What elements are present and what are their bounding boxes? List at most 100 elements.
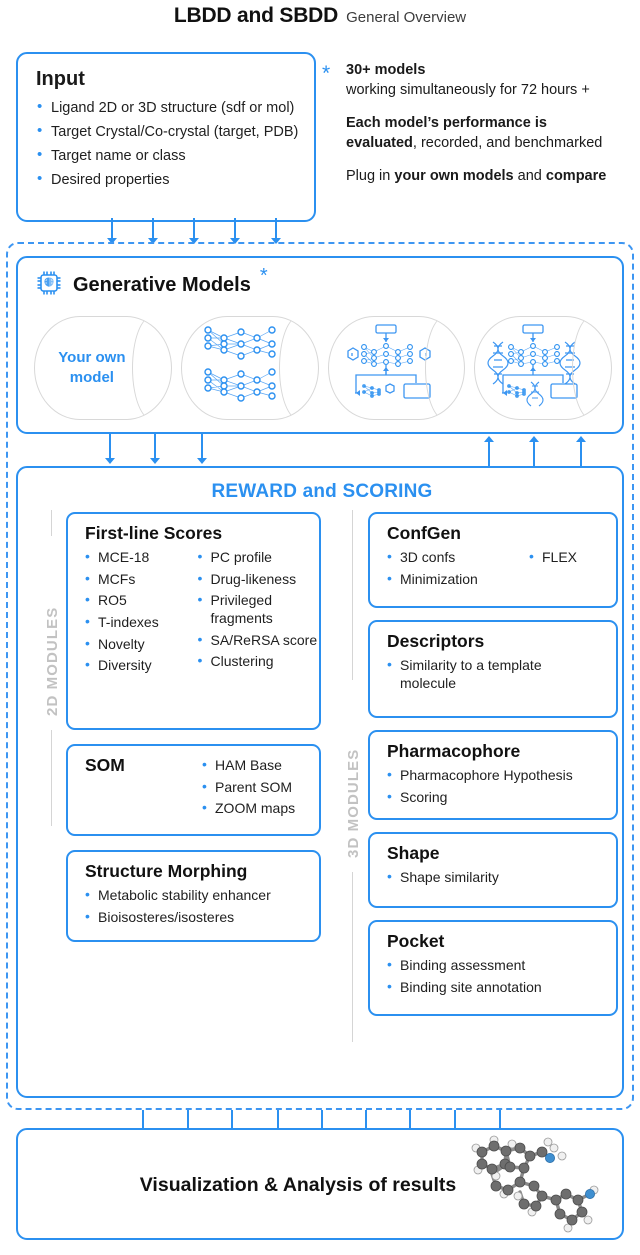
page-title: LBDD and SBDD General Overview: [0, 4, 640, 28]
module-title: ConfGen: [387, 523, 461, 543]
list-item: Minimization: [387, 570, 512, 589]
module-structure-morphing: Structure Morphing Metabolic stability e…: [66, 850, 321, 942]
list-item: PC profile: [198, 548, 320, 567]
annotation-3-bold-b: compare: [545, 168, 607, 184]
list-item: SA/ReRSA score: [198, 631, 320, 650]
annotation-3-bold-a: your own models: [394, 168, 514, 184]
results-box: Visualization & Analysis of results: [16, 1128, 624, 1240]
module-list-col2: PC profile Drug-likeness Privileged frag…: [181, 548, 320, 679]
list-item: T-indexes: [85, 613, 187, 632]
cylinder-cap: [278, 317, 318, 419]
module-list-col1: MCE-18 MCFs RO5 T-indexes Novelty Divers…: [68, 548, 187, 679]
module-som: SOM HAM Base Parent SOM ZOOM maps: [66, 744, 321, 836]
list-item: Bioisosteres/isosteres: [85, 908, 319, 927]
cylinder-your-own-model[interactable]: Your own model: [34, 316, 172, 420]
annotation-line-2: Each model’s performance is evaluated, r…: [346, 113, 634, 153]
list-item: Diversity: [85, 656, 187, 675]
input-title: Input: [36, 68, 85, 90]
module-list-col1: 3D confs Minimization: [370, 548, 512, 592]
list-item: MCE-18: [85, 548, 187, 567]
module-shape: Shape Shape similarity: [368, 832, 618, 908]
annotation-3-mid: and: [513, 168, 546, 184]
module-title: Descriptors: [387, 631, 485, 651]
generative-models-box: Generative Models * Your own model: [16, 256, 624, 434]
module-list-col2: HAM Base Parent SOM ZOOM maps: [185, 756, 319, 822]
cylinder-dna-autoencoder[interactable]: [474, 316, 612, 420]
list-item: Drug-likeness: [198, 570, 320, 589]
module-title: Pharmacophore: [387, 741, 521, 761]
module-title: Pocket: [387, 931, 445, 951]
annotation-2-bold-b: evaluated: [346, 135, 413, 151]
annotation-3-pre: Plug in: [346, 168, 395, 184]
module-confgen: ConfGen 3D confs Minimization FLEX: [368, 512, 618, 608]
divider-2d-bottom: [51, 730, 52, 826]
module-list-col2: FLEX: [512, 548, 616, 592]
annotation-line-1: 30+ models working simultaneously for 72…: [346, 60, 634, 100]
own-model-line1: Your own: [58, 348, 126, 366]
module-pharmacophore: Pharmacophore Pharmacophore Hypothesis S…: [368, 730, 618, 820]
annotation-line-3: Plug in your own models and compare: [346, 166, 634, 186]
list-item: Clustering: [198, 652, 320, 671]
list-item: Metabolic stability enhancer: [85, 886, 319, 905]
input-box: Input Ligand 2D or 3D structure (sdf or …: [16, 52, 316, 222]
module-title: Structure Morphing: [85, 861, 248, 881]
flow-arrows-generative-reward: [0, 434, 640, 466]
list-item: Privileged fragments: [198, 591, 320, 627]
list-item: ZOOM maps: [202, 799, 319, 818]
list-item: Shape similarity: [387, 868, 616, 887]
list-item: Binding site annotation: [387, 978, 616, 997]
annotation-1-rest: working simultaneously for 72 hours +: [346, 82, 590, 98]
module-descriptors: Descriptors Similarity to a template mol…: [368, 620, 618, 718]
divider-3d-top: [352, 510, 353, 680]
module-list-col1: Metabolic stability enhancer Bioisostere…: [68, 886, 319, 927]
module-list-col1: Binding assessment Binding site annotati…: [370, 956, 616, 997]
label-2d-modules: 2D MODULES: [44, 606, 61, 716]
your-own-model-label: Your own model: [58, 348, 125, 389]
list-item: RO5: [85, 591, 187, 610]
list-item: FLEX: [529, 548, 616, 567]
annotation-block: * 30+ models working simultaneously for …: [322, 60, 634, 199]
module-list-col1: Pharmacophore Hypothesis Scoring: [370, 766, 616, 807]
list-item: Desired properties: [36, 170, 314, 189]
model-cylinders: Your own model: [34, 316, 612, 420]
list-item: Novelty: [85, 635, 187, 654]
generative-models-header: Generative Models *: [36, 266, 268, 301]
reward-scoring-box: REWARD and SCORING 2D MODULES 3D MODULES…: [16, 466, 624, 1098]
own-model-line2: model: [69, 369, 114, 386]
list-item: Similarity to a template molecule: [387, 656, 594, 692]
cylinder-cap: [425, 317, 465, 419]
list-item: 3D confs: [387, 548, 512, 567]
title-sub: General Overview: [346, 9, 467, 26]
3d-molecule-image: [442, 1134, 612, 1243]
list-item: MCFs: [85, 570, 187, 589]
cylinder-molecule-autoencoder[interactable]: [327, 316, 466, 420]
cpu-brain-icon: [36, 270, 62, 301]
list-item: Scoring: [387, 788, 616, 807]
module-list-col1: Similarity to a template molecule: [370, 656, 616, 692]
list-item: Target name or class: [36, 146, 314, 165]
list-item: Binding assessment: [387, 956, 616, 975]
cylinder-cap: [131, 317, 171, 419]
module-list-col1: Shape similarity: [370, 868, 616, 887]
generative-models-title: Generative Models: [73, 274, 251, 296]
title-main: LBDD and SBDD: [173, 4, 339, 27]
label-3d-modules: 3D MODULES: [345, 748, 362, 858]
list-item: Pharmacophore Hypothesis: [387, 766, 616, 785]
cylinder-cap: [572, 317, 612, 419]
module-title: SOM: [85, 755, 125, 775]
list-item: HAM Base: [202, 756, 319, 775]
module-title: First-line Scores: [85, 523, 223, 543]
annotation-1-bold: 30+ models: [346, 62, 426, 78]
input-list: Ligand 2D or 3D structure (sdf or mol) T…: [18, 98, 314, 190]
module-title: Shape: [387, 843, 440, 863]
reward-scoring-title: REWARD and SCORING: [211, 481, 433, 502]
divider-3d-bottom: [352, 872, 353, 1042]
annotation-2-rest: , recorded, and benchmarked: [412, 135, 603, 151]
asterisk-icon: *: [259, 265, 268, 287]
module-first-line-scores: First-line Scores MCE-18 MCFs RO5 T-inde…: [66, 512, 321, 730]
asterisk-icon: *: [322, 62, 331, 85]
module-pocket: Pocket Binding assessment Binding site a…: [368, 920, 618, 1016]
list-item: Ligand 2D or 3D structure (sdf or mol): [36, 98, 314, 117]
cylinder-neural-networks[interactable]: [180, 316, 319, 420]
annotation-2-bold-a: Each model’s performance is: [346, 115, 547, 131]
